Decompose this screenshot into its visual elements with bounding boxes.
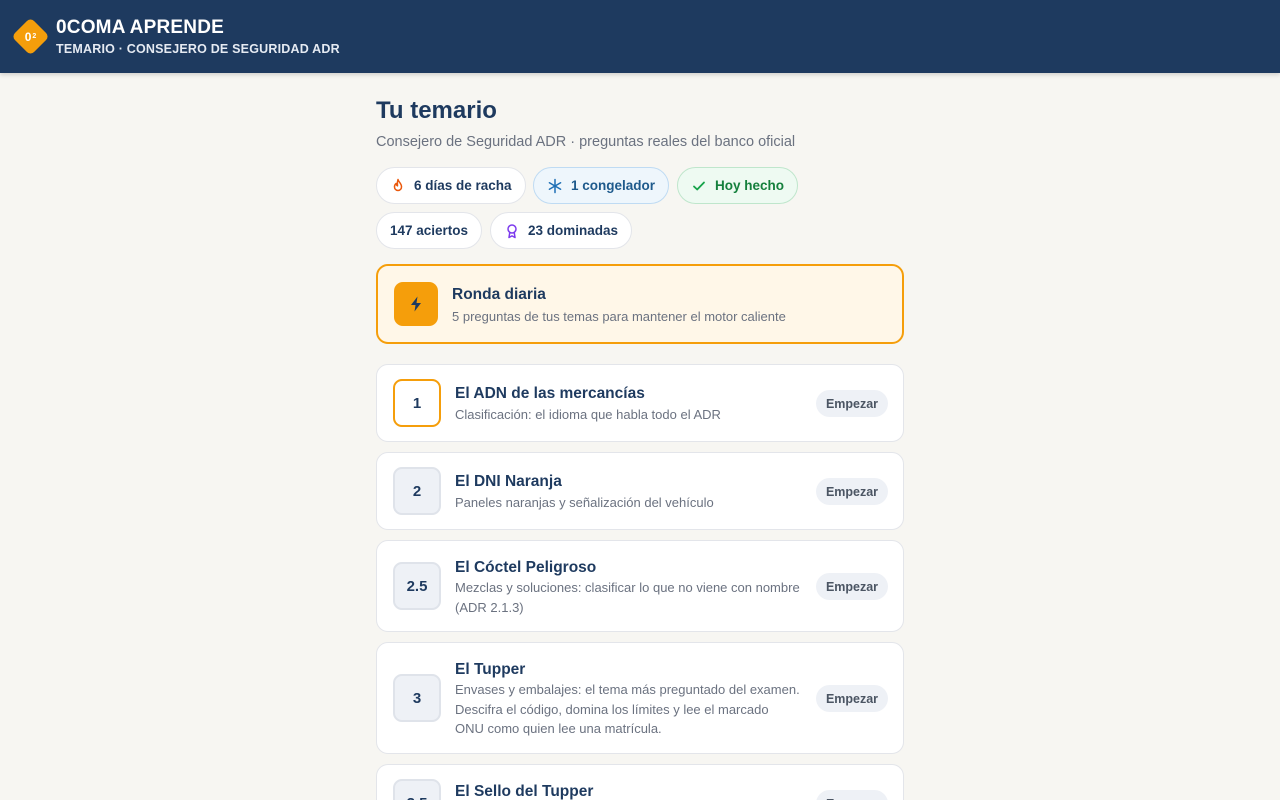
page-subtitle: Consejero de Seguridad ADR · preguntas r… xyxy=(376,134,796,150)
topic-card-2[interactable]: 2 El DNI Naranja Paneles naranjas y seña… xyxy=(376,452,904,530)
streak-label: 6 días de racha xyxy=(414,178,512,193)
start-button[interactable]: Empezar xyxy=(816,790,888,800)
topic-card-3-5[interactable]: 3.5 El Sello del Tupper Empezar xyxy=(376,764,904,800)
topic-description: Mezclas y soluciones: clasificar lo que … xyxy=(455,580,800,615)
topic-title: El Cóctel Peligroso xyxy=(455,559,597,576)
topic-title: El ADN de las mercancías xyxy=(455,385,645,402)
mastered-label: 23 dominadas xyxy=(528,223,619,238)
daily-round-card[interactable]: Ronda diaria 5 preguntas de tus temas pa… xyxy=(376,264,904,344)
start-button[interactable]: Empezar xyxy=(816,390,888,417)
top-bar: 02 0COMA APRENDE TEMARIO · CONSEJERO DE … xyxy=(0,0,1280,73)
topic-number: 3.5 xyxy=(393,779,441,800)
flame-icon xyxy=(390,178,406,194)
topic-card-3[interactable]: 3 El Tupper Envases y embalajes: el tema… xyxy=(376,642,904,754)
topic-title: El Tupper xyxy=(455,661,526,678)
snowflake-icon xyxy=(547,178,563,194)
topic-card-2-5[interactable]: 2.5 El Cóctel Peligroso Mezclas y soluci… xyxy=(376,540,904,632)
freeze-chip: 1 congelador xyxy=(533,167,670,204)
freeze-label: 1 congelador xyxy=(571,178,656,193)
correct-label: 147 aciertos xyxy=(390,223,469,238)
page-title: Tu temario xyxy=(376,97,497,124)
daily-round-description: 5 preguntas de tus temas para mantener e… xyxy=(452,309,786,324)
start-button[interactable]: Empezar xyxy=(816,685,888,712)
today-label: Hoy hecho xyxy=(715,178,785,193)
start-button[interactable]: Empezar xyxy=(816,478,888,505)
topic-number: 2 xyxy=(393,467,441,515)
topic-number: 3 xyxy=(393,674,441,722)
topic-title: El Sello del Tupper xyxy=(455,783,594,800)
daily-round-title: Ronda diaria xyxy=(452,286,546,303)
check-icon xyxy=(691,178,707,194)
app-subtitle: TEMARIO · CONSEJERO DE SEGURIDAD ADR xyxy=(56,42,340,56)
app-title: 0COMA APRENDE xyxy=(56,17,224,38)
today-chip: Hoy hecho xyxy=(677,167,799,204)
correct-chip: 147 aciertos xyxy=(376,212,483,249)
streak-chip: 6 días de racha xyxy=(376,167,526,204)
lightning-icon xyxy=(394,282,438,326)
topic-number: 1 xyxy=(393,379,441,427)
topic-description: Clasificación: el idioma que habla todo … xyxy=(455,407,721,422)
topic-description: Paneles naranjas y señalización del vehí… xyxy=(455,495,714,510)
logo[interactable]: 02 xyxy=(11,17,50,56)
topic-card-1[interactable]: 1 El ADN de las mercancías Clasificación… xyxy=(376,364,904,442)
topic-number: 2.5 xyxy=(393,562,441,610)
award-icon xyxy=(504,223,520,239)
topic-description: Envases y embalajes: el tema más pregunt… xyxy=(455,682,800,736)
topic-title: El DNI Naranja xyxy=(455,473,562,490)
logo-mark: 02 xyxy=(24,29,37,44)
start-button[interactable]: Empezar xyxy=(816,573,888,600)
mastered-chip: 23 dominadas xyxy=(490,212,633,249)
